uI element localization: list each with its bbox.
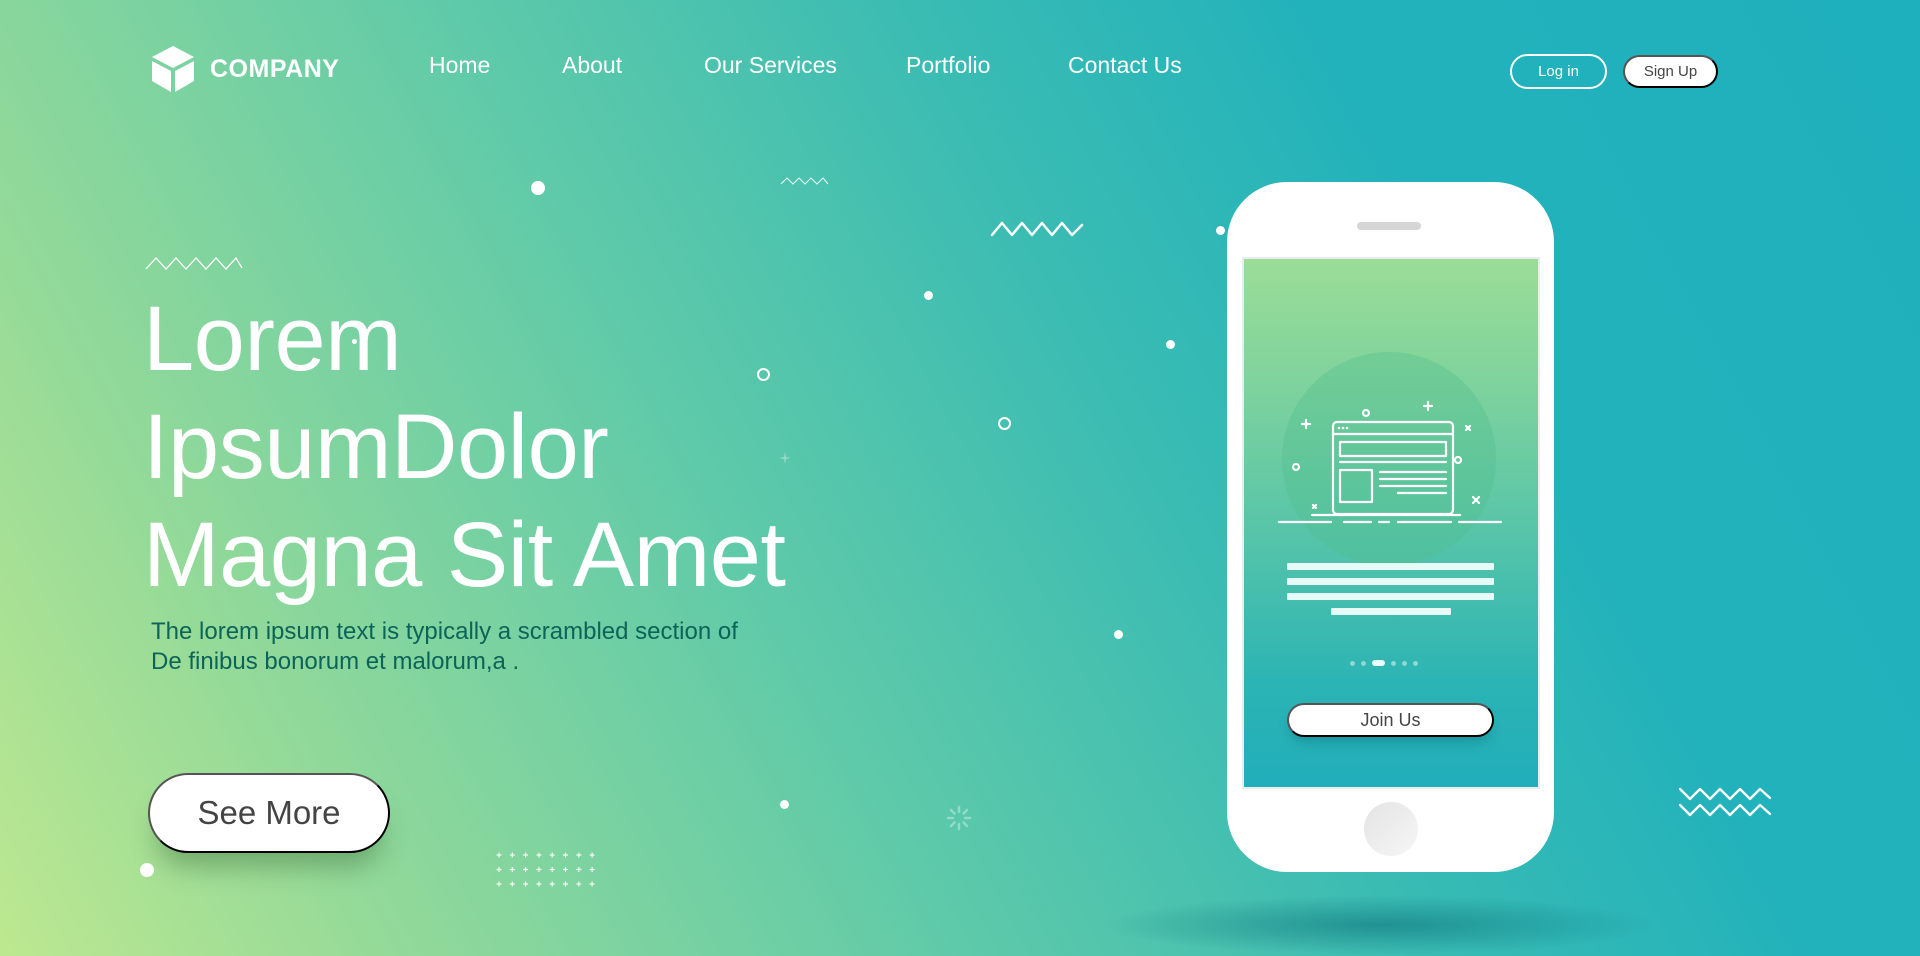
nav-portfolio[interactable]: Portfolio [906,52,990,79]
pager-dot[interactable] [1413,660,1418,666]
plus-icon [589,852,595,858]
screen-text-line [1331,608,1451,615]
pager-dot[interactable] [1361,660,1366,666]
spinner-icon [946,805,972,831]
nav-about[interactable]: About [562,52,622,79]
screen-text-line [1287,563,1494,570]
decor-ring [998,417,1011,430]
plus-icon [523,867,529,872]
hero-title: Lorem IpsumDolor Magna Sit Amet [143,285,786,609]
zigzag-icon [990,221,1084,237]
plus-icon [589,881,595,887]
hero-title-line: IpsumDolor [143,396,609,498]
plus-icon [496,852,502,858]
plus-icon [523,881,529,887]
screen-text-line [1287,578,1494,585]
cube-icon [152,46,194,92]
pager-dot-active[interactable] [1372,660,1385,666]
carousel-pager [1350,660,1418,666]
decor-dot [780,800,789,809]
plus-icon [536,852,542,858]
plus-icon [576,852,582,858]
plus-icon [536,867,542,872]
double-zigzag-icon [1678,787,1772,817]
phone-speaker [1357,222,1421,230]
zigzag-icon [145,256,243,270]
plus-grid-pattern [496,852,595,887]
phone-home-button[interactable] [1364,802,1418,856]
hero-subtitle-line: The lorem ipsum text is typically a scra… [151,618,738,645]
hero-subtitle-line: De finibus bonorum et malorum,a . [151,648,520,675]
pager-dot[interactable] [1350,660,1355,666]
decor-dot [352,339,357,344]
pager-dot[interactable] [1391,660,1396,666]
plus-icon [563,867,568,872]
plus-icon [549,881,555,887]
hero-title-line: Lorem [143,288,402,390]
plus-icon [576,867,582,872]
decor-dot [531,181,545,195]
signup-button[interactable]: Sign Up [1623,55,1718,88]
brand-logo[interactable]: COMPANY [150,44,339,94]
hero-title-line: Magna Sit Amet [143,504,786,606]
decor-dot [924,291,933,300]
plus-icon [496,867,502,872]
plus-icon [509,867,515,872]
browser-window-icon [1277,400,1503,524]
plus-icon [523,852,529,858]
decor-dot [1216,226,1225,235]
decor-dot [1114,630,1123,639]
plus-icon [589,867,595,872]
hero-subtitle: The lorem ipsum text is typically a scra… [151,617,738,677]
plus-icon [549,852,555,858]
decor-dot [140,863,154,877]
nav-home[interactable]: Home [429,52,490,79]
nav-contact-us[interactable]: Contact Us [1068,52,1182,79]
plus-icon [576,881,582,887]
screen-text-line [1287,593,1494,600]
plus-icon [536,881,542,887]
plus-icon [509,852,515,858]
decor-dot [1166,340,1175,349]
pager-dot[interactable] [1402,660,1407,666]
join-us-button[interactable]: Join Us [1287,703,1494,737]
nav-our-services[interactable]: Our Services [704,52,837,79]
brand-name: COMPANY [210,54,340,83]
decor-ring [757,368,770,381]
zigzag-icon [780,177,829,185]
plus-icon [509,881,515,887]
see-more-button[interactable]: See More [148,773,390,853]
plus-icon [549,867,555,872]
phone-shadow [1100,895,1660,955]
plus-icon [496,881,502,887]
plus-icon [563,881,568,887]
login-button[interactable]: Log in [1510,54,1607,89]
plus-icon [563,852,568,858]
sparkle-icon [779,452,791,464]
